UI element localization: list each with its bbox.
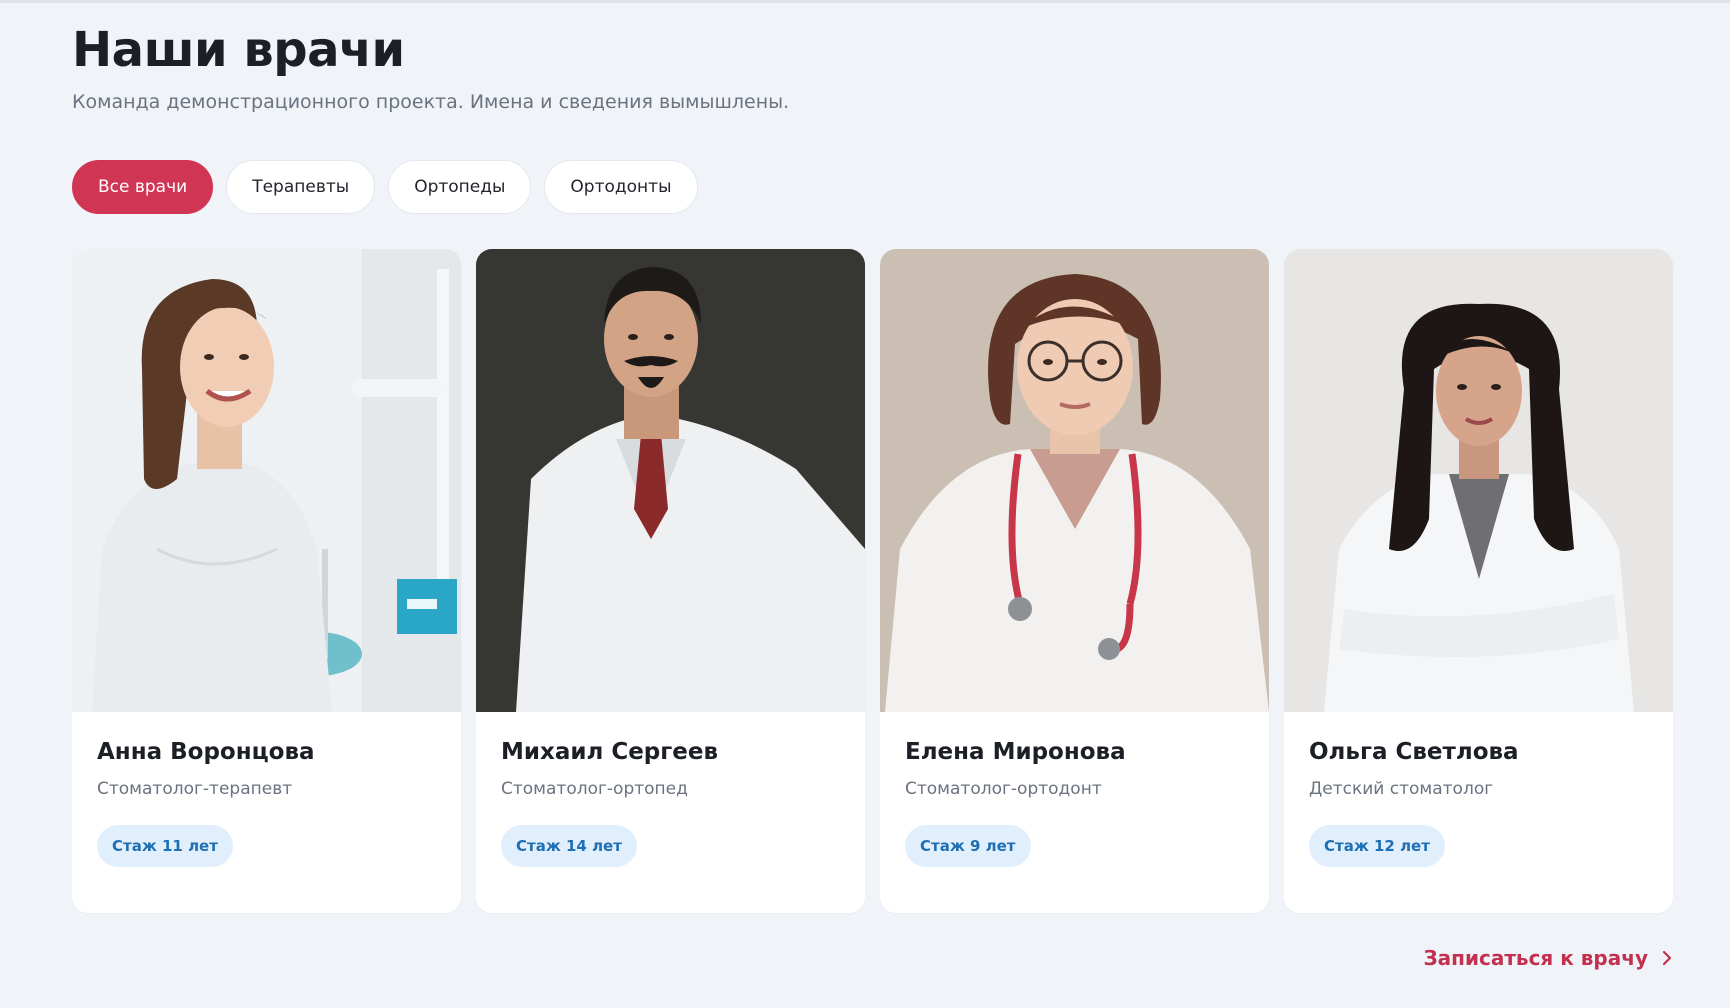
doctor-photo — [72, 249, 461, 712]
doctor-name: Ольга Светлова — [1309, 739, 1519, 765]
book-appointment-link[interactable]: Записаться к врачу — [1423, 946, 1672, 970]
filter-therapists[interactable]: Терапевты — [226, 160, 376, 214]
doctor-role: Стоматолог-ортопед — [501, 779, 688, 799]
chevron-right-icon — [1662, 950, 1672, 966]
page-subtitle: Команда демонстрационного проекта. Имена… — [72, 91, 790, 113]
doctor-photo — [476, 249, 865, 712]
doctor-card[interactable]: Ольга Светлова Детский стоматолог Стаж 1… — [1284, 249, 1673, 913]
doctor-name: Михаил Сергеев — [501, 739, 719, 765]
filter-orthopedists[interactable]: Ортопеды — [388, 160, 532, 214]
doctor-card[interactable]: Михаил Сергеев Стоматолог-ортопед Стаж 1… — [476, 249, 865, 913]
doctor-photo — [1284, 249, 1673, 712]
filter-chips: Все врачи Терапевты Ортопеды Ортодонты — [72, 160, 698, 214]
doctor-name: Елена Миронова — [905, 739, 1126, 765]
doctor-card[interactable]: Елена Миронова Стоматолог-ортодонт Стаж … — [880, 249, 1269, 913]
doctor-role: Стоматолог-терапевт — [97, 779, 293, 799]
book-appointment-label: Записаться к врачу — [1423, 946, 1648, 970]
top-divider — [0, 0, 1730, 3]
filter-all-doctors[interactable]: Все врачи — [72, 160, 214, 214]
experience-badge: Стаж 11 лет — [97, 825, 233, 867]
doctor-photo — [880, 249, 1269, 712]
experience-badge: Стаж 12 лет — [1309, 825, 1445, 867]
doctor-role: Детский стоматолог — [1309, 779, 1494, 799]
experience-badge: Стаж 9 лет — [905, 825, 1031, 867]
doctor-cards: Анна Воронцова Стоматолог-терапевт Стаж … — [72, 249, 1673, 913]
experience-badge: Стаж 14 лет — [501, 825, 637, 867]
page-title: Наши врачи — [72, 22, 405, 78]
doctor-role: Стоматолог-ортодонт — [905, 779, 1102, 799]
filter-orthodontists[interactable]: Ортодонты — [544, 160, 698, 214]
doctor-card[interactable]: Анна Воронцова Стоматолог-терапевт Стаж … — [72, 249, 461, 913]
doctor-name: Анна Воронцова — [97, 739, 315, 765]
